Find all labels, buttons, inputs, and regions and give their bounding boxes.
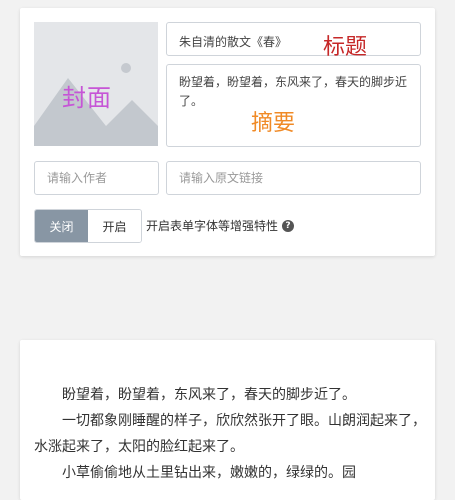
title-input[interactable]: 朱自清的散文《春》 标题 [166,22,421,60]
cover-image-placeholder[interactable]: 封面 [34,22,158,146]
cover-label: 封面 [62,84,112,112]
enhance-feature-text: 开启表单字体等增强特性 [146,219,279,233]
toggle-on-button[interactable]: 开启 [88,210,141,242]
source-link-field[interactable] [166,161,421,195]
author-input[interactable] [35,162,158,194]
article-preview-card: 盼望着，盼望着，东风来了，春天的脚步近了。 一切都象刚睡醒的样子，欣欣然张开了眼… [20,340,435,500]
source-link-input[interactable] [167,162,420,194]
article-paragraph: 小草偷偷地从土里钻出来，嫩嫩的，绿绿的。园 [62,465,356,481]
summary-textarea[interactable]: 盼望着，盼望着，东风来了，春天的脚步近了。 摘要 [166,64,421,147]
toggle-off-button[interactable]: 关闭 [35,210,88,242]
article-editor-card: 封面 朱自清的散文《春》 标题 盼望着，盼望着，东风来了，春天的脚步近了。 摘要… [20,8,435,256]
article-paragraph: 盼望着，盼望着，东风来了，春天的脚步近了。 [62,387,356,403]
title-value[interactable]: 朱自清的散文《春》 [179,33,287,50]
summary-annotation-label: 摘要 [251,111,296,136]
article-paragraph: 一切都象刚睡醒的样子，欣欣然张开了眼。山朗润起来了，水涨起来了，太阳的脸红起来了… [34,413,426,455]
question-circle-icon[interactable]: ? [282,219,295,232]
article-body: 盼望着，盼望着，东风来了，春天的脚步近了。 一切都象刚睡醒的样子，欣欣然张开了眼… [34,382,426,486]
title-annotation-label: 标题 [323,35,368,60]
author-field[interactable] [34,161,159,195]
enhance-feature-label: 开启表单字体等增强特性 ? [146,217,295,234]
enhance-toggle-group: 关闭 开启 [34,209,142,243]
